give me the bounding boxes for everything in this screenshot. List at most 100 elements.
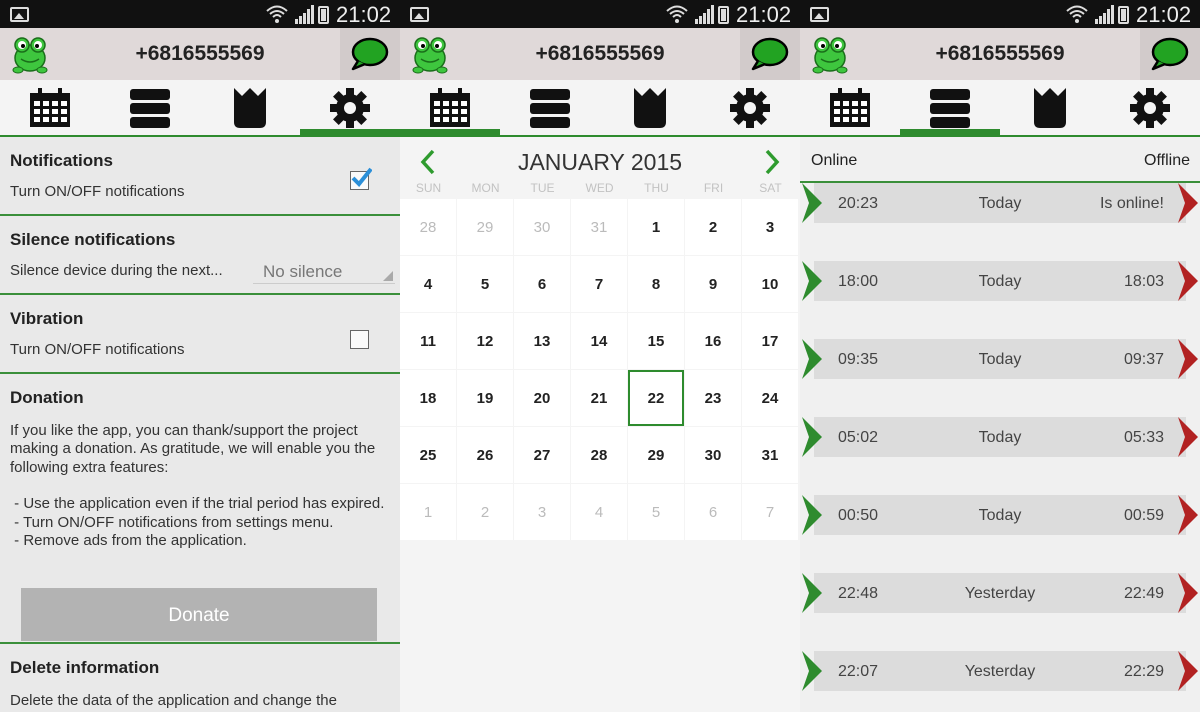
next-month-button[interactable] bbox=[762, 149, 782, 180]
log-entry[interactable]: 18:00 Today 18:03 bbox=[800, 261, 1200, 301]
donation-text-line: - Remove ads from the application. bbox=[10, 532, 247, 550]
offline-column-header: Offline bbox=[1144, 152, 1190, 169]
calendar-day-cell[interactable]: 29 bbox=[628, 427, 684, 483]
calendar-day-cell[interactable]: 27 bbox=[514, 427, 570, 483]
status-time: 21:02 bbox=[336, 2, 392, 27]
calendar-day-cell[interactable]: 21 bbox=[571, 370, 627, 426]
calendar-day-cell[interactable]: 28 bbox=[400, 199, 456, 255]
calendar-header: JANUARY 2015 SUN MON TUE WED THU FRI SAT bbox=[400, 137, 800, 197]
calendar-day-cell[interactable]: 30 bbox=[685, 427, 741, 483]
calendar-day-cell[interactable]: 6 bbox=[514, 256, 570, 312]
calendar-day-cell[interactable]: 22 bbox=[628, 370, 684, 426]
calendar-day-cell[interactable]: 25 bbox=[400, 427, 456, 483]
frog-logo-icon[interactable] bbox=[410, 34, 450, 74]
calendar-day-cell[interactable]: 28 bbox=[571, 427, 627, 483]
donation-text-line: - Turn ON/OFF notifications from setting… bbox=[10, 513, 334, 531]
calendar-day-cell[interactable]: 7 bbox=[571, 256, 627, 312]
tab-calendar[interactable] bbox=[0, 80, 100, 135]
calendar-day-cell[interactable]: 31 bbox=[571, 199, 627, 255]
prev-month-button[interactable] bbox=[418, 149, 438, 180]
tab-premium[interactable] bbox=[600, 80, 700, 135]
calendar-day-cell[interactable]: 18 bbox=[400, 370, 456, 426]
tab-list[interactable] bbox=[500, 80, 600, 135]
signal-icon bbox=[695, 5, 714, 24]
frog-logo-icon[interactable] bbox=[810, 34, 850, 74]
log-entry[interactable]: 09:35 Today 09:37 bbox=[800, 339, 1200, 379]
vibration-checkbox[interactable] bbox=[350, 330, 369, 349]
offline-time: 09:37 bbox=[1123, 351, 1164, 368]
notifications-checkbox[interactable] bbox=[350, 167, 372, 190]
calendar-day-cell[interactable]: 13 bbox=[514, 313, 570, 369]
calendar-day-cell[interactable]: 12 bbox=[457, 313, 513, 369]
list-icon bbox=[930, 89, 970, 128]
calendar-day-cell[interactable]: 14 bbox=[571, 313, 627, 369]
offline-time: 05:33 bbox=[1123, 429, 1164, 446]
calendar-day-cell[interactable]: 19 bbox=[457, 370, 513, 426]
donate-button[interactable]: Donate bbox=[21, 588, 377, 641]
chat-bubble-icon bbox=[751, 37, 789, 71]
calendar-day-cell[interactable]: 17 bbox=[742, 313, 798, 369]
crown-icon bbox=[1034, 88, 1066, 128]
calendar-day-cell[interactable]: 8 bbox=[628, 256, 684, 312]
calendar-day-cell[interactable]: 5 bbox=[457, 256, 513, 312]
chat-button[interactable] bbox=[1140, 28, 1200, 80]
weekday-label: SAT bbox=[759, 181, 782, 195]
wifi-icon bbox=[266, 5, 288, 23]
chat-button[interactable] bbox=[740, 28, 800, 80]
frog-logo-icon[interactable] bbox=[10, 34, 50, 74]
battery-icon bbox=[318, 6, 329, 24]
offline-time: 22:29 bbox=[1123, 663, 1164, 680]
tab-list[interactable] bbox=[100, 80, 200, 135]
signal-icon bbox=[1095, 5, 1114, 24]
calendar-day-cell[interactable]: 26 bbox=[457, 427, 513, 483]
silence-dropdown[interactable]: No silence bbox=[253, 252, 395, 284]
calendar-day-cell[interactable]: 7 bbox=[742, 484, 798, 540]
app-bar: +6816555569 bbox=[0, 28, 400, 80]
calendar-day-cell[interactable]: 4 bbox=[571, 484, 627, 540]
list-icon bbox=[530, 89, 570, 128]
calendar-day-cell[interactable]: 2 bbox=[685, 199, 741, 255]
tab-bar bbox=[400, 80, 800, 137]
calendar-day-cell[interactable]: 9 bbox=[685, 256, 741, 312]
tab-settings[interactable] bbox=[700, 80, 800, 135]
calendar-day-cell[interactable]: 23 bbox=[685, 370, 741, 426]
calendar-day-cell[interactable]: 6 bbox=[685, 484, 741, 540]
calendar-day-cell[interactable]: 5 bbox=[628, 484, 684, 540]
calendar-day-cell[interactable]: 20 bbox=[514, 370, 570, 426]
calendar-day-cell[interactable]: 31 bbox=[742, 427, 798, 483]
calendar-day-cell[interactable]: 3 bbox=[742, 199, 798, 255]
calendar-day-cell[interactable]: 24 bbox=[742, 370, 798, 426]
chat-bubble-icon bbox=[351, 37, 389, 71]
calendar-day-cell[interactable]: 11 bbox=[400, 313, 456, 369]
status-time: 21:02 bbox=[736, 2, 792, 27]
tab-calendar[interactable] bbox=[400, 80, 500, 135]
tab-premium[interactable] bbox=[200, 80, 300, 135]
chevron-right-icon bbox=[765, 149, 780, 175]
log-entry[interactable]: 05:02 Today 05:33 bbox=[800, 417, 1200, 457]
tab-premium[interactable] bbox=[1000, 80, 1100, 135]
calendar-day-cell[interactable]: 4 bbox=[400, 256, 456, 312]
online-column-header: Online bbox=[811, 152, 858, 169]
weekday-label: WED bbox=[585, 181, 614, 195]
tab-calendar[interactable] bbox=[800, 80, 900, 135]
calendar-day-cell[interactable]: 3 bbox=[514, 484, 570, 540]
calendar-day-cell[interactable]: 1 bbox=[628, 199, 684, 255]
calendar-day-cell[interactable]: 1 bbox=[400, 484, 456, 540]
log-entry[interactable]: 22:48 Yesterday 22:49 bbox=[800, 573, 1200, 613]
chat-button[interactable] bbox=[340, 28, 400, 80]
log-entry[interactable]: 20:23 Today Is online! bbox=[800, 183, 1200, 223]
log-entry[interactable]: 22:07 Yesterday 22:29 bbox=[800, 651, 1200, 691]
calendar-day-cell[interactable]: 10 bbox=[742, 256, 798, 312]
calendar-day-cell[interactable]: 16 bbox=[685, 313, 741, 369]
log-entry[interactable]: 00:50 Today 00:59 bbox=[800, 495, 1200, 535]
calendar-day-cell[interactable]: 15 bbox=[628, 313, 684, 369]
calendar-icon bbox=[830, 88, 870, 127]
offline-time: 22:49 bbox=[1123, 585, 1164, 602]
tab-settings[interactable] bbox=[300, 80, 400, 135]
calendar-day-cell[interactable]: 29 bbox=[457, 199, 513, 255]
calendar-day-cell[interactable]: 30 bbox=[514, 199, 570, 255]
tab-settings[interactable] bbox=[1100, 80, 1200, 135]
donation-text-line bbox=[10, 477, 398, 495]
calendar-day-cell[interactable]: 2 bbox=[457, 484, 513, 540]
tab-list[interactable] bbox=[900, 80, 1000, 135]
